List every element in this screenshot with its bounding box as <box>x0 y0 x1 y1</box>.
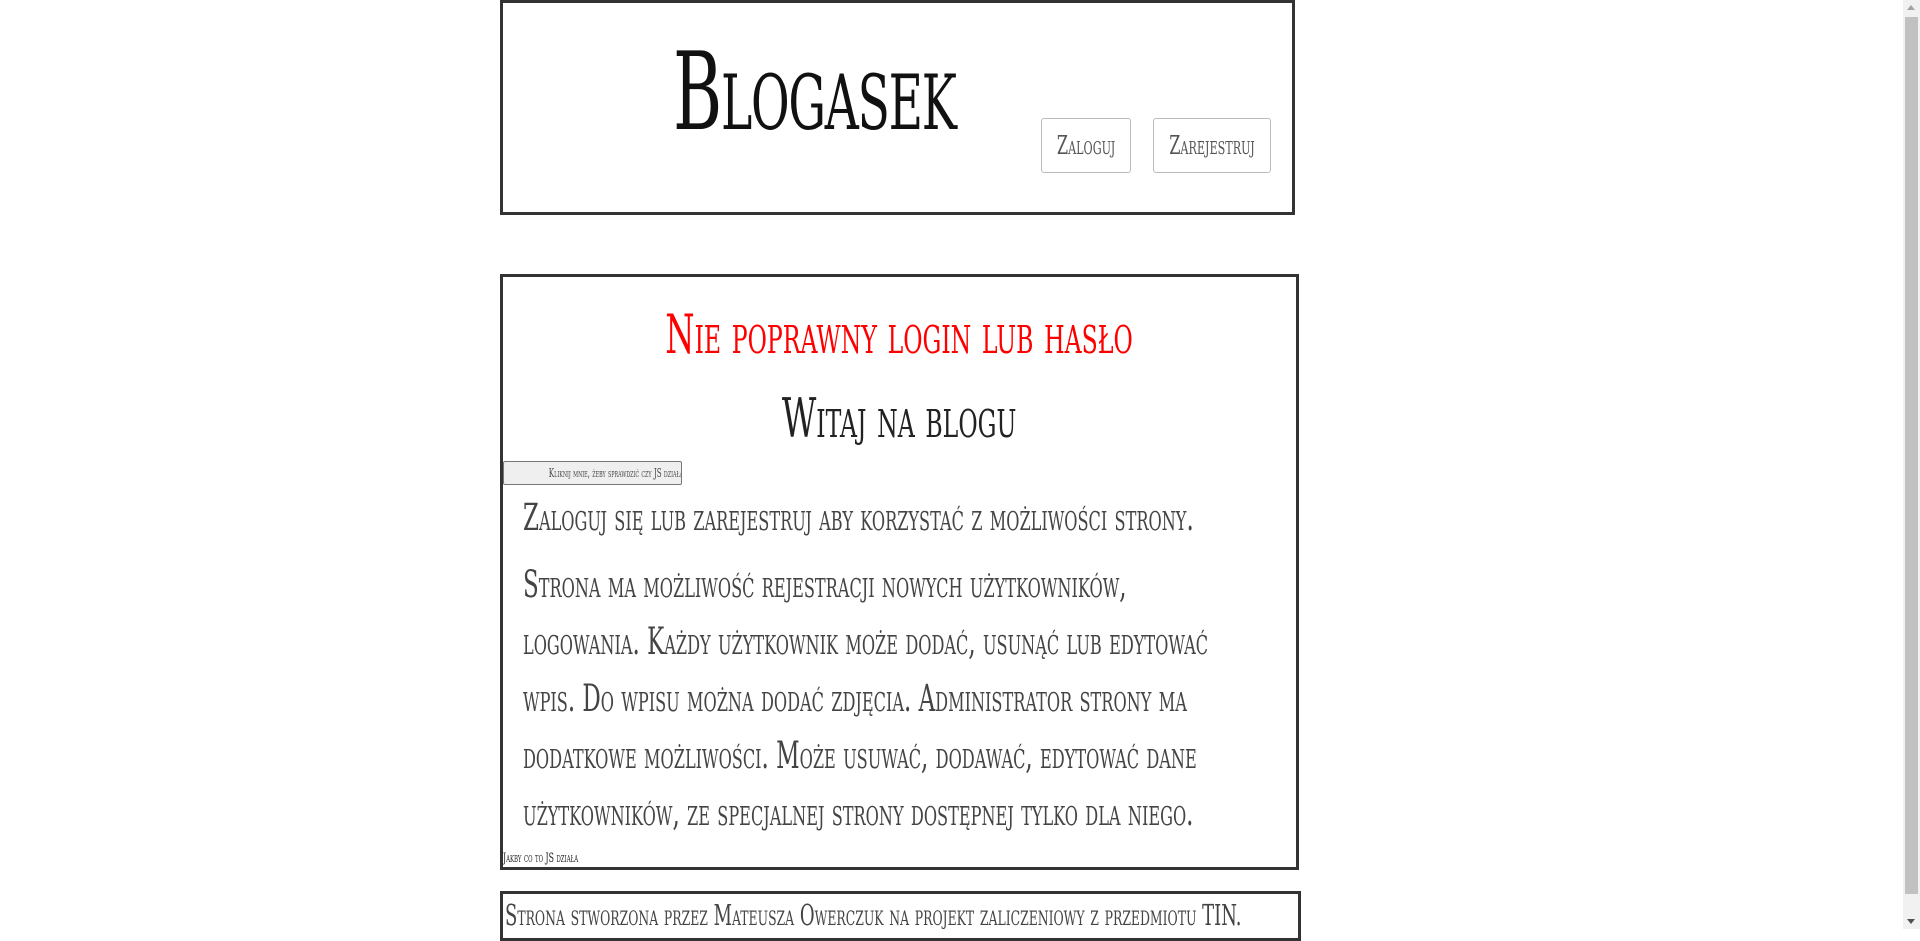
footer-text: Strona stworzona przez Mateusza Owerczuk… <box>505 898 1693 932</box>
main-content: Nie poprawny login lub hasło Witaj na bl… <box>500 274 1299 870</box>
welcome-title-text: Witaj na blogu <box>782 387 1017 450</box>
scrollbar-thumb[interactable] <box>1905 17 1918 894</box>
site-logo: Blogasek <box>673 30 957 155</box>
js-test-button[interactable]: Kliknij mnie, żeby sprawdzić czy JS dzia… <box>503 461 682 485</box>
scroll-up-arrow-icon[interactable] <box>1907 5 1915 10</box>
description-line: Strona ma możliwość rejestracji nowych u… <box>523 563 1127 606</box>
description-paragraph: Strona ma możliwość rejestracji nowych u… <box>523 556 1293 841</box>
vertical-scrollbar[interactable] <box>1903 0 1920 929</box>
header: Blogasek Zaloguj Zarejestruj <box>500 0 1295 215</box>
footer: Strona stworzona przez Mateusza Owerczuk… <box>500 891 1301 941</box>
error-message-text: Nie poprawny login lub hasło <box>665 303 1134 366</box>
register-button-label: Zarejestruj <box>1169 130 1255 161</box>
js-status-note-text: Jakby co to JS działa <box>503 851 579 866</box>
intro-paragraph: Zaloguj się lub zarejestruj aby korzysta… <box>523 489 1293 546</box>
description-line: logowania. Każdy użytkownik może dodać, … <box>523 620 1209 663</box>
description-line: użytkowników, ze specjalnej strony dostę… <box>523 791 1194 834</box>
login-button-label: Zaloguj <box>1056 130 1116 161</box>
footer-text-content: Strona stworzona przez Mateusza Owerczuk… <box>505 898 1242 932</box>
js-status-note: Jakby co to JS działa <box>503 851 628 866</box>
welcome-title: Witaj na blogu <box>503 387 1296 452</box>
js-test-button-label: Kliknij mnie, żeby sprawdzić czy JS dzia… <box>548 466 682 480</box>
intro-line: Zaloguj się lub zarejestruj aby korzysta… <box>523 496 1194 539</box>
description-line: dodatkowe możliwości. Może usuwać, dodaw… <box>523 734 1197 777</box>
register-button[interactable]: Zarejestruj <box>1153 118 1271 173</box>
error-message: Nie poprawny login lub hasło <box>503 303 1296 368</box>
login-button[interactable]: Zaloguj <box>1041 118 1131 173</box>
scroll-down-arrow-icon[interactable] <box>1907 919 1915 924</box>
description-line: wpis. Do wpisu można dodać zdjęcia. Admi… <box>523 677 1187 720</box>
